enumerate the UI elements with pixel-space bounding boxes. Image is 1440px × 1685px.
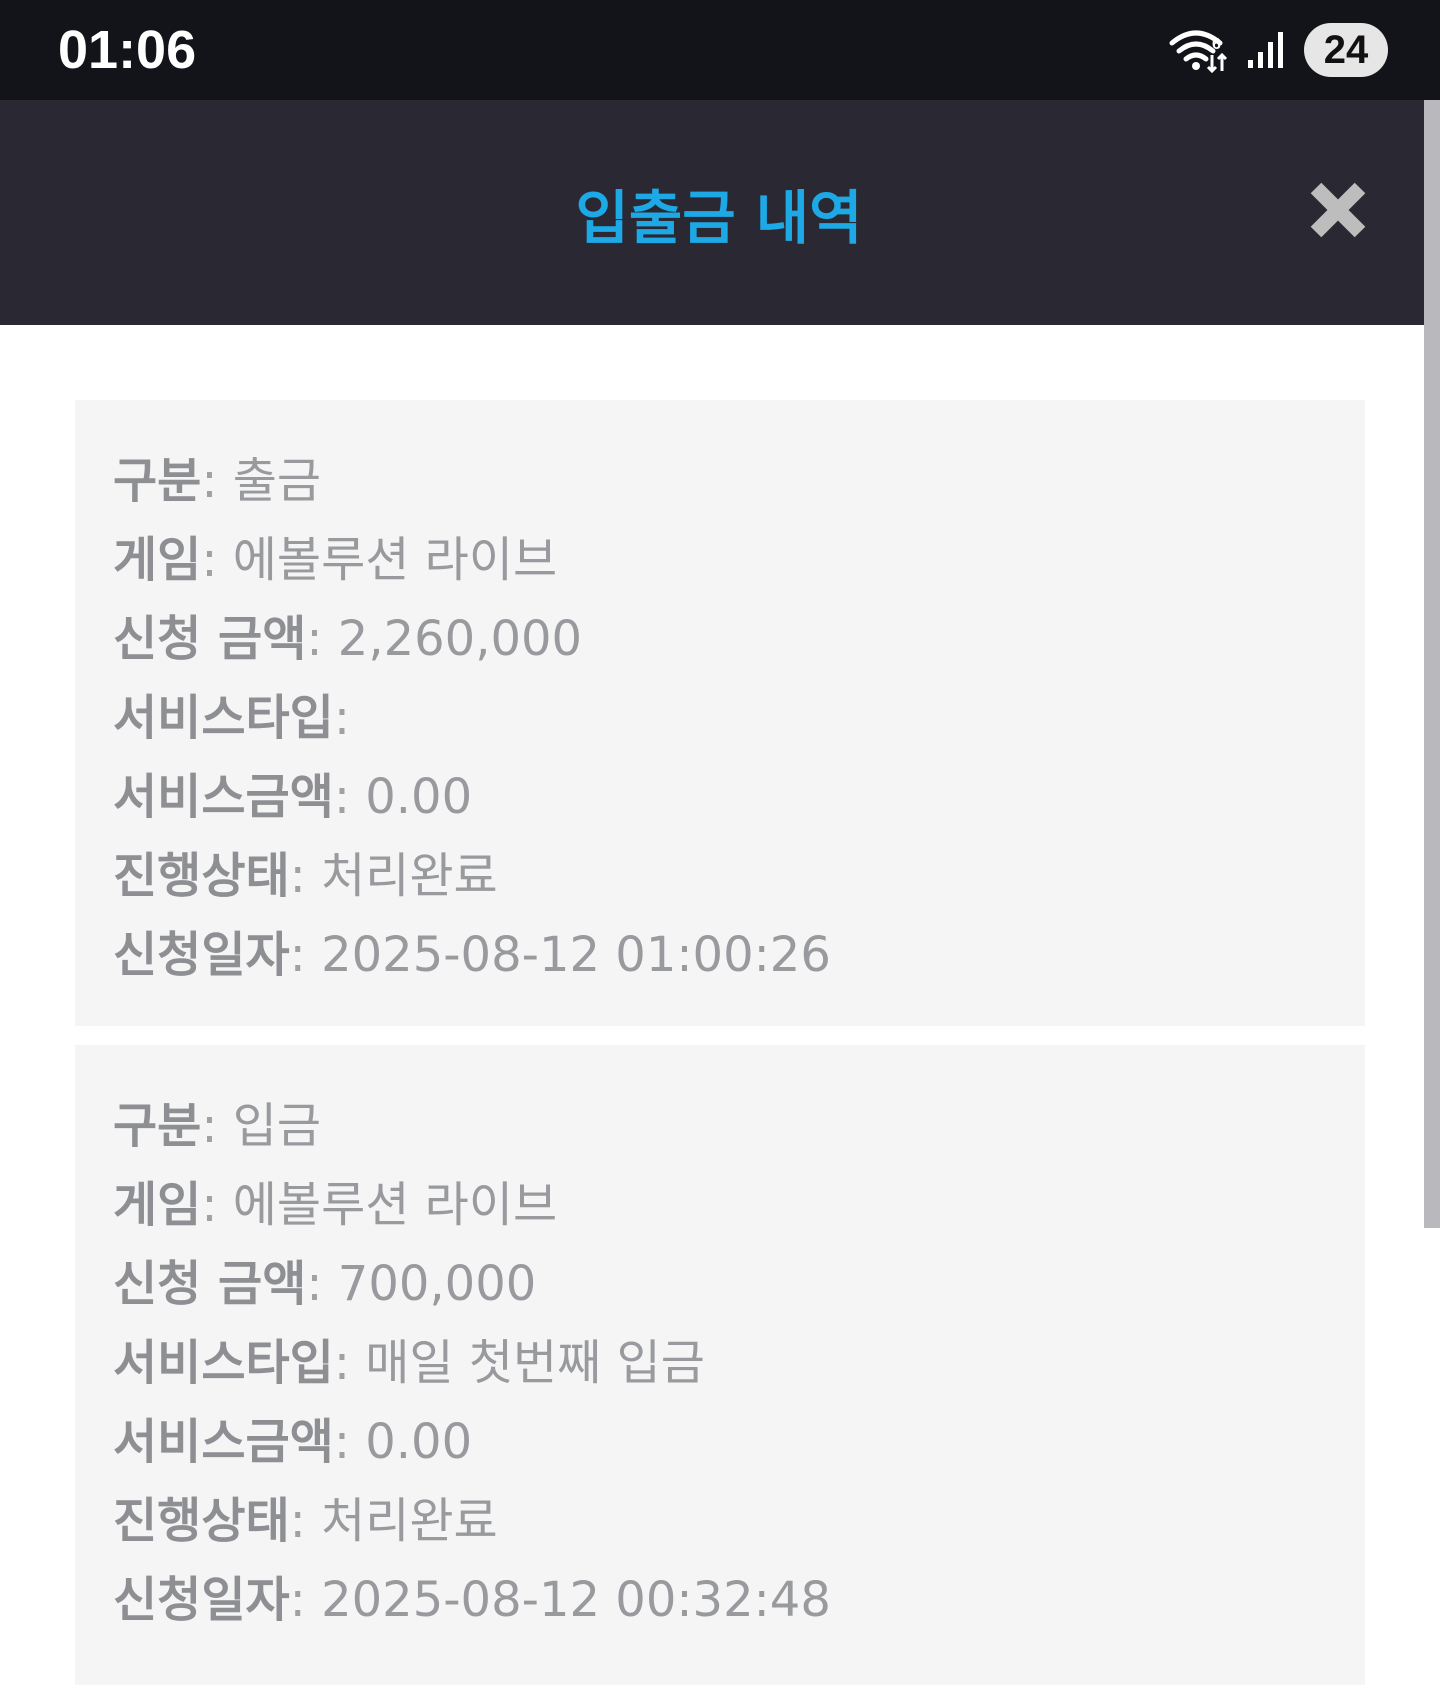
svg-text:6: 6 <box>1212 36 1221 53</box>
label-type: 구분 <box>113 453 202 509</box>
label-date: 신청일자 <box>113 927 290 983</box>
label-amount: 신청 금액 <box>113 1256 307 1312</box>
value-amount: 2,260,000 <box>337 611 583 667</box>
modal-header: 입출금 내역 <box>0 100 1424 325</box>
value-service-type: 매일 첫번째 입금 <box>365 1335 705 1391</box>
row-service-type: 서비스타입: <box>113 690 350 746</box>
battery-level: 24 <box>1323 27 1369 72</box>
battery-icon: 24 <box>1304 23 1388 77</box>
label-status: 진행상태 <box>113 848 290 904</box>
transaction-card: 구분: 출금 게임: 에볼루션 라이브 신청 금액: 2,260,000 서비스… <box>75 400 1365 1026</box>
row-type: 구분: 출금 <box>113 453 322 509</box>
row-date: 신청일자: 2025-08-12 00:32:48 <box>113 1572 831 1628</box>
value-type: 출금 <box>232 453 322 509</box>
label-date: 신청일자 <box>113 1572 290 1628</box>
transaction-card: 구분: 입금 게임: 에볼루션 라이브 신청 금액: 700,000 서비스타입… <box>75 1045 1365 1685</box>
value-service-amount: 0.00 <box>365 1414 473 1470</box>
modal-title: 입출금 내역 <box>575 183 863 252</box>
label-status: 진행상태 <box>113 1493 290 1549</box>
label-amount: 신청 금액 <box>113 611 307 667</box>
label-game: 게임 <box>113 1177 202 1233</box>
label-service-type: 서비스타입 <box>113 690 334 746</box>
row-game: 게임: 에볼루션 라이브 <box>113 1177 558 1233</box>
row-amount: 신청 금액: 2,260,000 <box>113 611 583 667</box>
transaction-list: 구분: 출금 게임: 에볼루션 라이브 신청 금액: 2,260,000 서비스… <box>0 325 1424 1685</box>
value-amount: 700,000 <box>337 1256 537 1312</box>
value-status: 처리완료 <box>321 848 498 904</box>
value-status: 처리완료 <box>321 1493 498 1549</box>
row-service-amount: 서비스금액: 0.00 <box>113 769 473 825</box>
label-service-type: 서비스타입 <box>113 1335 334 1391</box>
label-service-amount: 서비스금액 <box>113 769 334 825</box>
value-game: 에볼루션 라이브 <box>232 1177 558 1233</box>
row-service-amount: 서비스금액: 0.00 <box>113 1414 473 1470</box>
status-bar: 01:06 6 24 <box>0 0 1440 100</box>
scrollbar-thumb[interactable] <box>1424 100 1440 1228</box>
value-type: 입금 <box>232 1098 322 1154</box>
status-time: 01:06 <box>58 20 197 80</box>
value-date: 2025-08-12 01:00:26 <box>321 927 831 983</box>
close-icon[interactable] <box>1306 178 1370 242</box>
row-status: 진행상태: 처리완료 <box>113 848 498 904</box>
row-status: 진행상태: 처리완료 <box>113 1493 498 1549</box>
value-game: 에볼루션 라이브 <box>232 532 558 588</box>
row-type: 구분: 입금 <box>113 1098 322 1154</box>
scrollbar[interactable] <box>1424 100 1440 1680</box>
value-date: 2025-08-12 00:32:48 <box>321 1572 831 1628</box>
row-service-type: 서비스타입: 매일 첫번째 입금 <box>113 1335 705 1391</box>
row-game: 게임: 에볼루션 라이브 <box>113 532 558 588</box>
value-service-amount: 0.00 <box>365 769 473 825</box>
label-type: 구분 <box>113 1098 202 1154</box>
row-date: 신청일자: 2025-08-12 01:00:26 <box>113 927 831 983</box>
label-game: 게임 <box>113 532 202 588</box>
wifi-icon: 6 <box>1169 30 1228 73</box>
label-service-amount: 서비스금액 <box>113 1414 334 1470</box>
row-amount: 신청 금액: 700,000 <box>113 1256 537 1312</box>
signal-icon <box>1248 32 1283 68</box>
status-icons: 6 24 <box>1168 23 1388 77</box>
